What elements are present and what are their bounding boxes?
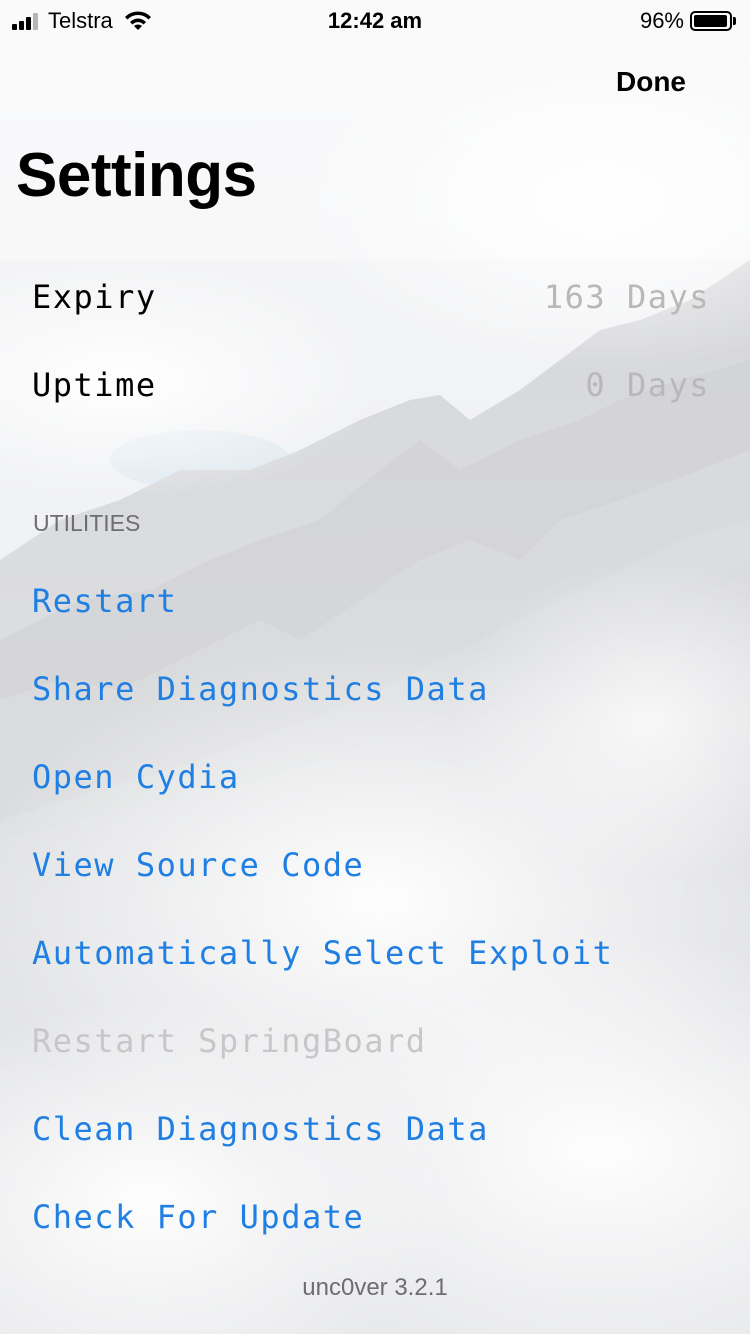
- open-cydia-button[interactable]: Open Cydia: [32, 752, 240, 802]
- uptime-label: Uptime: [32, 366, 157, 404]
- restart-springboard-button: Restart SpringBoard: [32, 1022, 427, 1060]
- automatically-select-exploit-button[interactable]: Automatically Select Exploit: [32, 928, 613, 978]
- uptime-row: Uptime 0 Days: [32, 360, 710, 410]
- view-source-code-button[interactable]: View Source Code: [32, 840, 364, 890]
- utilities-section-header: UTILITIES: [33, 510, 141, 536]
- battery-icon: [690, 11, 732, 31]
- page-title: Settings: [16, 141, 257, 210]
- battery-percent: 96%: [639, 8, 684, 33]
- battery-fill: [694, 15, 727, 27]
- expiry-label: Expiry: [32, 278, 157, 316]
- clean-diagnostics-data-button[interactable]: Clean Diagnostics Data: [32, 1104, 489, 1154]
- share-diagnostics-data-button[interactable]: Share Diagnostics Data: [32, 664, 489, 714]
- check-for-update-button[interactable]: Check For Update: [32, 1192, 364, 1242]
- status-bar: Telstra 12:42 am 96%: [0, 0, 750, 40]
- app-version-label: unc0ver 3.2.1: [302, 1274, 448, 1301]
- uptime-value: 0 Days: [585, 366, 710, 404]
- restart-button[interactable]: Restart: [32, 576, 177, 626]
- battery-cap: [733, 17, 736, 25]
- status-time: 12:42 am: [327, 8, 423, 33]
- status-right: 96%: [640, 8, 736, 34]
- expiry-row: Expiry 163 Days: [32, 272, 710, 322]
- done-button[interactable]: Done: [616, 66, 686, 98]
- expiry-value: 163 Days: [543, 278, 710, 316]
